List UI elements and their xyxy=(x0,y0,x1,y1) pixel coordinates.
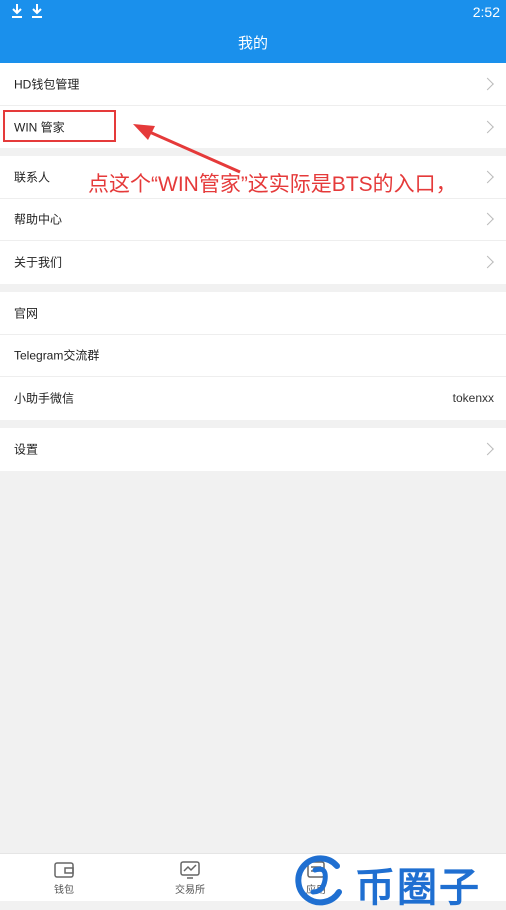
item-label: HD钱包管理 xyxy=(14,77,80,92)
annotation-highlight-box xyxy=(3,110,116,142)
annotation-text: 点这个“WIN管家”这实际是BTS的入口， xyxy=(88,173,457,196)
chevron-right-icon xyxy=(481,212,494,226)
tab-label: 钱包 xyxy=(54,885,74,896)
chevron-right-icon xyxy=(481,120,494,134)
chevron-right-icon xyxy=(481,170,494,184)
tab-exchange[interactable]: 交易所 xyxy=(140,854,240,902)
page-title: 我的 xyxy=(0,24,506,63)
telegram-group-item[interactable]: Telegram交流群 xyxy=(0,335,506,377)
status-bar: 2:52 xyxy=(0,0,506,24)
download-icon xyxy=(32,4,42,18)
help-center-item[interactable]: 帮助中心 xyxy=(0,199,506,241)
status-time: 2:52 xyxy=(472,4,500,20)
chevron-right-icon xyxy=(481,255,494,269)
chevron-right-icon xyxy=(481,77,494,91)
settings-item[interactable]: 设置 xyxy=(0,428,506,471)
item-label: 设置 xyxy=(14,442,39,457)
item-label: 关于我们 xyxy=(14,255,63,270)
wallet-icon xyxy=(54,862,74,878)
official-website-item[interactable]: 官网 xyxy=(0,292,506,335)
watermark-text: 币圈子 xyxy=(355,865,481,910)
hd-wallet-management-item[interactable]: HD钱包管理 xyxy=(0,63,506,106)
tab-wallet[interactable]: 钱包 xyxy=(14,854,114,902)
community-group: 官网 Telegram交流群 小助手微信 tokenxx xyxy=(0,292,506,420)
item-label: 小助手微信 xyxy=(14,391,75,406)
watermark-logo: 币圈子 xyxy=(293,850,503,910)
download-icon xyxy=(12,4,22,18)
chevron-right-icon xyxy=(481,442,494,456)
watermark-emblem-icon xyxy=(295,855,342,906)
chart-monitor-icon xyxy=(180,861,200,879)
settings-group: 设置 xyxy=(0,428,506,471)
item-label: 官网 xyxy=(14,306,39,321)
item-label: Telegram交流群 xyxy=(14,348,100,363)
item-label: 联系人 xyxy=(14,170,51,185)
wechat-id-value: tokenxx xyxy=(452,391,494,406)
item-label: 帮助中心 xyxy=(14,212,63,227)
tab-label: 交易所 xyxy=(175,885,205,896)
about-us-item[interactable]: 关于我们 xyxy=(0,241,506,284)
assistant-wechat-item[interactable]: 小助手微信 tokenxx xyxy=(0,377,506,420)
